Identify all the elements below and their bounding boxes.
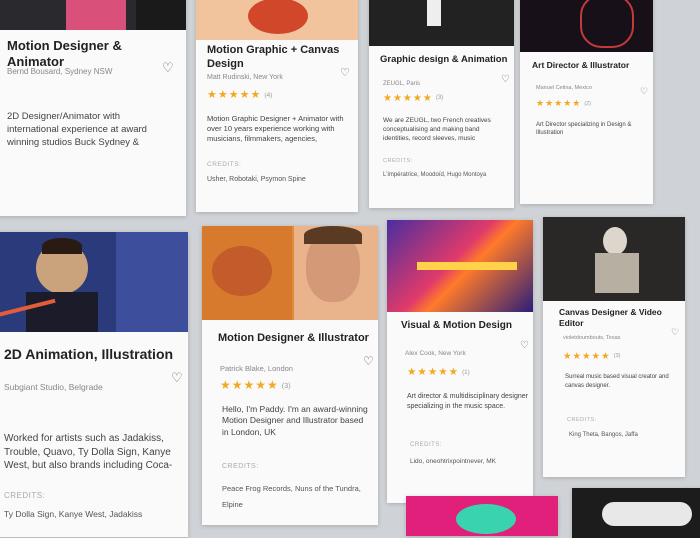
credits-label: CREDITS: [207, 161, 242, 168]
card-thumbnail[interactable] [387, 220, 533, 312]
card-thumbnail[interactable] [406, 496, 558, 536]
card-description: Hello, I'm Paddy. I'm an award-winning M… [222, 404, 368, 437]
card-title[interactable]: Motion Graphic + Canvas Design [207, 44, 352, 72]
artist-card[interactable]: Visual & Motion Design Alex Cook, New Yo… [387, 220, 533, 503]
card-title[interactable]: Motion Designer & Animator [7, 38, 177, 71]
heart-icon[interactable]: ♡ [671, 327, 679, 338]
card-description: Art Director specializing in Design & Il… [536, 122, 632, 137]
card-title[interactable]: Canvas Designer & Video Editor [559, 307, 677, 328]
card-location: Patrick Blake, London [220, 364, 293, 373]
credits-list: King Theta, Bangos, Jaffa [569, 432, 638, 438]
card-thumbnail[interactable] [572, 488, 700, 538]
rating-stars: ★★★★★ (3) [220, 378, 291, 392]
card-location: Subgiant Studio, Belgrade [4, 382, 103, 392]
credits-label: CREDITS: [410, 442, 443, 448]
heart-icon[interactable]: ♡ [501, 74, 510, 85]
card-description: Worked for artists such as Jadakiss, Tro… [4, 433, 173, 471]
credits-list: L'impératrice, Moodoïd, Hugo Montoya [383, 172, 487, 178]
card-location: Alex Cook, New York [405, 350, 466, 357]
rating-count: (3) [435, 95, 444, 102]
card-location: Matt Rudinski, New York [207, 74, 283, 81]
credits-label: CREDITS: [383, 158, 413, 164]
card-title[interactable]: 2D Animation, Illustration [4, 346, 188, 364]
rating-count: (1) [462, 368, 470, 376]
rating-stars: ★★★★★ (3) [383, 93, 444, 104]
artist-card[interactable] [572, 488, 700, 538]
card-thumbnail[interactable] [543, 217, 685, 301]
artist-card[interactable]: Graphic design & Animation ZEUGL, Paris … [369, 0, 514, 208]
credits-label: CREDITS: [567, 417, 597, 423]
card-thumbnail[interactable] [520, 0, 653, 52]
heart-icon[interactable]: ♡ [171, 370, 183, 386]
card-thumbnail[interactable] [0, 0, 186, 30]
heart-icon[interactable]: ♡ [520, 340, 529, 351]
heart-icon[interactable]: ♡ [640, 86, 648, 97]
card-thumbnail[interactable] [196, 0, 358, 40]
credits-list: Lido, oneohtrixpointnever, MK [410, 458, 496, 465]
card-thumbnail[interactable] [202, 226, 378, 320]
credits-label: CREDITS: [4, 491, 46, 500]
heart-icon[interactable]: ♡ [363, 354, 374, 368]
artist-card[interactable]: Canvas Designer & Video Editor violetdou… [543, 217, 685, 477]
card-title[interactable]: Visual & Motion Design [401, 320, 529, 333]
card-title[interactable]: Graphic design & Animation [380, 54, 510, 66]
rating-count: (3) [613, 353, 621, 360]
card-thumbnail[interactable] [369, 0, 514, 46]
rating-stars: ★★★★★ (4) [207, 89, 273, 101]
card-description: Surreal music based visual creator and c… [565, 374, 669, 389]
card-location: Manuel Cetina, Mexico [536, 85, 592, 91]
rating-stars: ★★★★★ (2) [536, 98, 591, 108]
card-thumbnail[interactable] [0, 232, 188, 332]
artist-card[interactable]: Art Director & Illustrator Manuel Cetina… [520, 0, 653, 204]
artist-card[interactable]: Motion Graphic + Canvas Design Matt Rudi… [196, 0, 358, 212]
artist-card[interactable] [406, 496, 558, 536]
rating-stars: ★★★★★ (1) [407, 366, 470, 378]
artist-card[interactable]: Motion Designer & Animator Bernd Bousard… [0, 0, 186, 216]
credits-list: Ty Dolla Sign, Kanye West, Jadakiss [4, 509, 143, 519]
artist-card[interactable]: 2D Animation, Illustration Subgiant Stud… [0, 232, 188, 537]
card-description: We are ZEUGL, two French creatives conce… [383, 117, 491, 143]
card-location: ZEUGL, Paris [383, 81, 421, 87]
heart-icon[interactable]: ♡ [340, 66, 350, 79]
rating-stars: ★★★★★ (3) [563, 351, 621, 362]
card-description: Art director & multidisciplinary designe… [407, 393, 528, 410]
heart-icon[interactable]: ♡ [162, 60, 174, 76]
card-description: Motion Graphic Designer + Animator with … [207, 114, 344, 144]
artist-card[interactable]: Motion Designer & Illustrator Patrick Bl… [202, 226, 378, 525]
card-title[interactable]: Art Director & Illustrator [532, 60, 650, 71]
card-location: violetdoumbouts, Texas [563, 335, 621, 341]
credits-list: Usher, Robotaki, Psymon Spine [207, 176, 306, 183]
card-title[interactable]: Motion Designer & Illustrator [218, 332, 373, 346]
credits-list: Peace Frog Records, Nuns of the Tundra, … [222, 484, 361, 509]
credits-label: CREDITS: [222, 463, 259, 470]
card-location: Bernd Bousard, Sydney NSW [7, 67, 113, 76]
rating-count: (3) [281, 381, 291, 391]
rating-count: (4) [264, 91, 273, 99]
rating-count: (2) [584, 100, 591, 107]
card-description: 2D Designer/Animator with international … [7, 111, 147, 148]
